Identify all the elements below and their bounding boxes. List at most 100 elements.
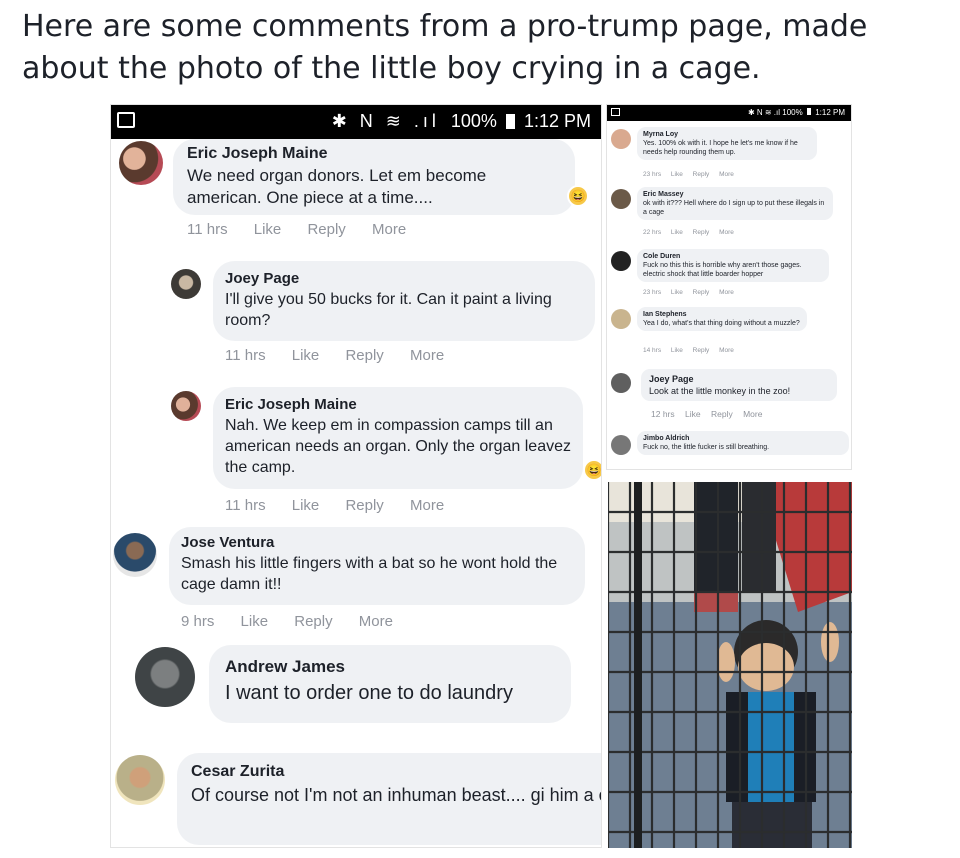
avatar[interactable] [611, 309, 631, 329]
more-button[interactable]: More [719, 347, 734, 354]
comment-time: 11 hrs [225, 497, 266, 514]
comment-text: Smash his little fingers with a bat so h… [181, 555, 558, 593]
more-button[interactable]: More [359, 613, 393, 630]
reply-button[interactable]: Reply [693, 347, 710, 354]
comment: Jose Ventura Smash his little fingers wi… [111, 525, 601, 635]
comment-time: 12 hrs [651, 409, 675, 419]
like-button[interactable]: Like [671, 229, 683, 236]
avatar[interactable] [113, 533, 157, 577]
comment-time: 9 hrs [181, 613, 215, 630]
post-caption: Here are some comments from a pro-trump … [22, 9, 868, 86]
comment-text: Of course not I'm not an inhuman beast..… [191, 785, 601, 805]
laugh-reaction-icon[interactable]: 😆 [583, 459, 601, 481]
avatar[interactable] [119, 141, 163, 185]
comment: Eric Joseph Maine We need organ donors. … [111, 139, 601, 249]
avatar[interactable] [171, 391, 201, 421]
comment-author[interactable]: Andrew James [225, 655, 555, 679]
comment-author[interactable]: Cole Duren [643, 252, 823, 261]
clock: 1:12 PM [815, 108, 845, 117]
like-button[interactable]: Like [292, 347, 320, 364]
like-button[interactable]: Like [254, 221, 282, 238]
battery-icon [806, 108, 811, 115]
comment-author[interactable]: Myrna Loy [643, 130, 811, 139]
avatar[interactable] [611, 251, 631, 271]
comment: Jimbo Aldrich Fuck no, the little fucker… [607, 429, 851, 469]
comment-text: Look at the little monkey in the zoo! [649, 386, 791, 396]
more-button[interactable]: More [743, 409, 762, 419]
comment: Andrew James I want to order one to do l… [111, 641, 601, 731]
like-button[interactable]: Like [241, 613, 269, 630]
comment-author[interactable]: Eric Massey [643, 190, 827, 199]
reply-button[interactable]: Reply [345, 347, 383, 364]
comment-text: Fuck no, the little fucker is still brea… [643, 444, 770, 451]
comment: Cole Duren Fuck no this this is horrible… [607, 247, 851, 301]
comment-text: Fuck no this this is horrible why aren't… [643, 262, 802, 278]
more-button[interactable]: More [410, 347, 444, 364]
avatar[interactable] [135, 647, 195, 707]
like-button[interactable]: Like [685, 409, 701, 419]
comment-time: 11 hrs [225, 347, 266, 364]
comment-text: Yea I do, what's that thing doing withou… [643, 320, 800, 327]
reply-button[interactable]: Reply [693, 229, 710, 236]
photo-child-in-cage [608, 482, 852, 848]
avatar[interactable] [611, 435, 631, 455]
comment-author[interactable]: Joey Page [225, 269, 583, 289]
comment-author[interactable]: Jose Ventura [181, 533, 573, 553]
like-button[interactable]: Like [292, 497, 320, 514]
more-button[interactable]: More [719, 289, 734, 296]
comment-text: ok with it??? Hell where do I sign up to… [643, 200, 825, 216]
comment-text: I want to order one to do laundry [225, 682, 513, 704]
comment-time: 14 hrs [643, 347, 662, 354]
reply-button[interactable]: Reply [711, 409, 733, 419]
clock: 1:12 PM [523, 111, 591, 131]
right-comment-screenshot: ✱ N ≋ .ıl 100% 1:12 PM Myrna Loy Yes. 10… [606, 104, 852, 470]
comment: Myrna Loy Yes. 100% ok with it. I hope h… [607, 125, 851, 181]
like-button[interactable]: Like [671, 347, 683, 354]
left-comment-screenshot: ✱ N ≋ .ıl 100% 1:12 PM Eric Joseph Maine… [110, 104, 602, 848]
reply-button[interactable]: Reply [307, 221, 345, 238]
more-button[interactable]: More [410, 497, 444, 514]
reply-button[interactable]: Reply [693, 171, 710, 178]
comment-time: 23 hrs [643, 171, 662, 178]
comment-text: Nah. We keep em in compassion camps till… [225, 417, 571, 476]
like-button[interactable]: Like [671, 171, 683, 178]
comment-text: I'll give you 50 bucks for it. Can it pa… [225, 291, 552, 329]
more-button[interactable]: More [719, 171, 734, 178]
battery-percent: 100% [782, 108, 803, 117]
comment-text: We need organ donors. Let em become amer… [187, 166, 487, 207]
comment-author[interactable]: Ian Stephens [643, 310, 801, 319]
photo-illustration [608, 482, 852, 848]
comment: Eric Joseph Maine Nah. We keep em in com… [111, 387, 601, 521]
comment-author[interactable]: Joey Page [649, 373, 829, 385]
avatar[interactable] [611, 129, 631, 149]
avatar[interactable] [611, 373, 631, 393]
comment: Eric Massey ok with it??? Hell where do … [607, 185, 851, 241]
comment: Cesar Zurita Of course not I'm not an in… [111, 747, 601, 847]
avatar[interactable] [611, 189, 631, 209]
comment-author[interactable]: Jimbo Aldrich [643, 434, 843, 443]
laugh-reaction-icon[interactable]: 😆 [567, 185, 589, 207]
more-button[interactable]: More [372, 221, 406, 238]
battery-percent: 100% [450, 111, 497, 131]
comment-text: Yes. 100% ok with it. I hope he let's me… [643, 140, 798, 156]
battery-icon [505, 114, 515, 129]
image-icon [611, 108, 620, 116]
more-button[interactable]: More [719, 229, 734, 236]
avatar[interactable] [171, 269, 201, 299]
reply-button[interactable]: Reply [345, 497, 383, 514]
comment-author[interactable]: Eric Joseph Maine [225, 395, 571, 415]
reply-button[interactable]: Reply [294, 613, 332, 630]
comment-time: 11 hrs [187, 221, 228, 238]
comment-author[interactable]: Cesar Zurita [191, 761, 593, 783]
reply-button[interactable]: Reply [693, 289, 710, 296]
image-icon [117, 112, 135, 128]
comment-time: 23 hrs [643, 289, 662, 296]
comment-time: 22 hrs [643, 229, 662, 236]
comment: Joey Page I'll give you 50 bucks for it.… [111, 259, 601, 375]
comment-author[interactable]: Eric Joseph Maine [187, 143, 561, 165]
comment: Ian Stephens Yea I do, what's that thing… [607, 305, 851, 361]
status-icons: ✱ N ≋ .ıl [747, 108, 781, 117]
like-button[interactable]: Like [671, 289, 683, 296]
status-bar: ✱ N ≋ .ıl 100% 1:12 PM [111, 105, 601, 139]
avatar[interactable] [115, 755, 165, 805]
